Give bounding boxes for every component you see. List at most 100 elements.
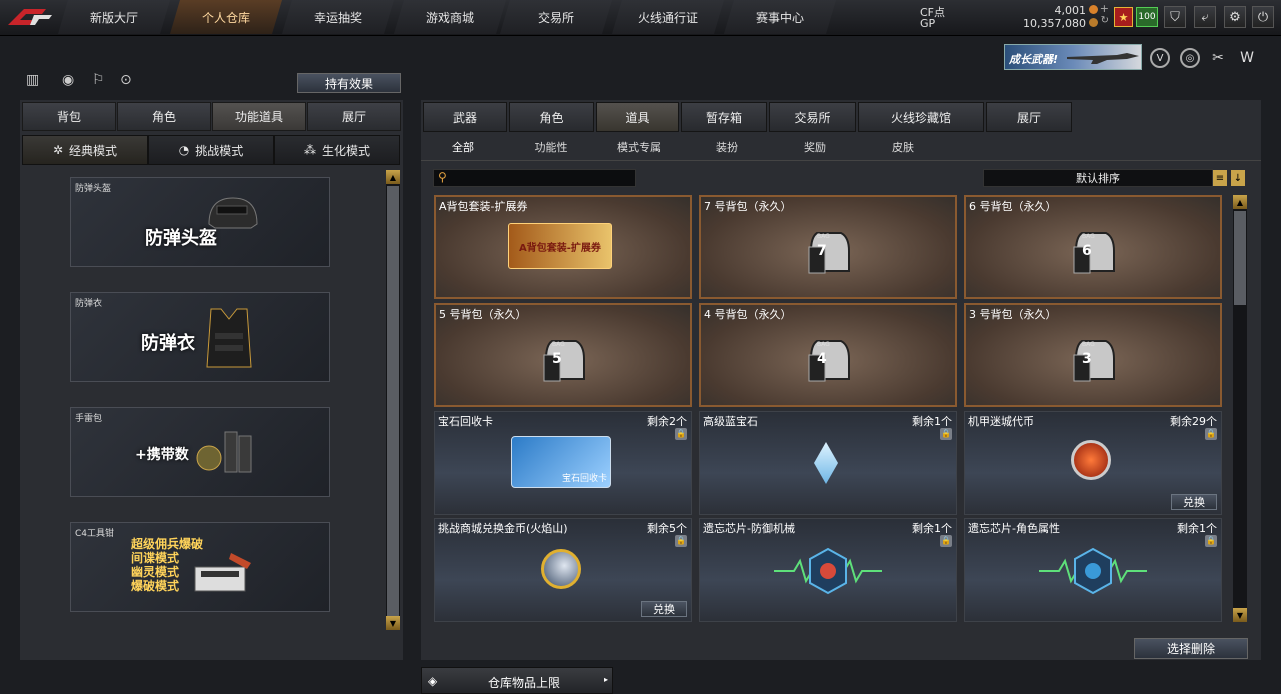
bag-word: BAG: [1082, 341, 1095, 348]
right-tab[interactable]: 暂存箱: [681, 102, 767, 132]
globe-icon[interactable]: ◎: [1180, 48, 1200, 68]
scroll-thumb[interactable]: [387, 186, 399, 616]
speed-dial-icon: ◔: [178, 143, 190, 157]
left-tab[interactable]: 功能道具: [212, 102, 306, 131]
bag-number: 4: [817, 351, 827, 367]
item-card[interactable]: 挑战商城兑换金币(火焰山) 剩余5个 🔒 兑换: [434, 518, 692, 622]
mouse-icon[interactable]: ⊙: [120, 72, 140, 92]
scroll-up-icon[interactable]: ▲: [1233, 195, 1247, 209]
left-tab[interactable]: 背包: [22, 102, 116, 131]
list-icon[interactable]: ≡: [1213, 170, 1227, 186]
right-tab[interactable]: 角色: [509, 102, 594, 132]
refresh-icon[interactable]: ↻: [1101, 15, 1109, 26]
bag-card[interactable]: 3 号背包（永久） BAG 3: [964, 303, 1222, 407]
nav-tab[interactable]: 幸运抽奖: [282, 0, 394, 34]
sub-tab[interactable]: 奖励: [775, 136, 855, 158]
right-tab[interactable]: 展厅: [986, 102, 1072, 132]
capacity-bar[interactable]: ◈ 仓库物品上限 ▸: [421, 667, 613, 694]
power-icon[interactable]: ⏻: [1252, 6, 1274, 28]
nav-tab[interactable]: 交易所: [500, 0, 612, 34]
holding-effect-button[interactable]: 持有效果: [297, 73, 401, 93]
lock-icon[interactable]: 🔒: [940, 428, 952, 440]
item-card[interactable]: 机甲迷城代币 剩余29个 🔒 兑换: [964, 411, 1222, 515]
bag-card[interactable]: 6 号背包（永久） BAG 6: [964, 195, 1222, 299]
badge-v-icon[interactable]: V: [1150, 48, 1170, 68]
sort-select[interactable]: 默认排序: [983, 169, 1213, 187]
level-badge[interactable]: 100: [1136, 7, 1158, 27]
select-delete-button[interactable]: 选择删除: [1134, 638, 1248, 659]
rank-icon[interactable]: ★: [1114, 7, 1133, 27]
item-card[interactable]: 遗忘芯片-角色属性 剩余1个 🔒: [964, 518, 1222, 622]
sort-down-icon[interactable]: ↓: [1231, 170, 1245, 186]
bag-card[interactable]: 5 号背包（永久） BAG 5: [434, 303, 692, 407]
mode-tab[interactable]: ◔ 挑战模式: [148, 135, 274, 165]
left-item-grenade-pack[interactable]: 手雷包 +携带数: [70, 407, 330, 497]
scroll-down-icon[interactable]: ▼: [386, 616, 400, 630]
item-card[interactable]: 宝石回收卡 剩余2个 🔒 宝石回收卡: [434, 411, 692, 515]
exchange-button[interactable]: 兑换: [1171, 494, 1217, 510]
gear-icon[interactable]: ⚙: [1224, 6, 1246, 28]
star-burst-icon: ✲: [52, 143, 64, 157]
left-item-label: C4工具钳: [75, 529, 115, 539]
left-item-label: 手雷包: [75, 414, 103, 424]
card-count: 剩余29个: [1170, 415, 1217, 428]
sub-tab[interactable]: 功能性: [511, 136, 591, 158]
search-input[interactable]: ⚲: [433, 169, 636, 187]
left-tab[interactable]: 展厅: [307, 102, 401, 131]
lock-icon[interactable]: 🔒: [675, 428, 687, 440]
lock-icon[interactable]: 🔒: [1205, 535, 1217, 547]
right-tab[interactable]: 道具: [596, 102, 679, 132]
c4-icon: [194, 553, 251, 592]
exchange-button[interactable]: 兑换: [641, 601, 687, 617]
item-card[interactable]: 遗忘芯片-防御机械 剩余1个 🔒: [699, 518, 957, 622]
shield-icon[interactable]: ⛉: [1164, 6, 1186, 28]
right-scrollbar[interactable]: ▲ ▼: [1233, 195, 1247, 622]
bag-card[interactable]: A背包套装-扩展券 A背包套装-扩展券: [434, 195, 692, 299]
scroll-down-icon[interactable]: ▼: [1233, 608, 1247, 622]
right-tab[interactable]: 火线珍藏馆: [858, 102, 984, 132]
search-icon: ⚲: [438, 170, 447, 184]
eye-icon[interactable]: ◉: [62, 72, 82, 92]
cf-logo[interactable]: [6, 5, 56, 31]
left-item-vest[interactable]: 防弹衣 防弹衣: [70, 292, 330, 382]
recycle-card-art: 宝石回收卡: [511, 436, 611, 488]
chip-icon: [774, 547, 882, 595]
sub-tab[interactable]: 装扮: [687, 136, 767, 158]
crossed-tools-icon[interactable]: ✂: [1208, 48, 1228, 68]
card-name: 宝石回收卡: [438, 415, 493, 428]
left-tab[interactable]: 角色: [117, 102, 211, 131]
sub-tab[interactable]: 模式专属: [599, 136, 679, 158]
back-icon[interactable]: ⤶: [1194, 6, 1216, 28]
scroll-up-icon[interactable]: ▲: [386, 170, 400, 184]
w-logo-icon[interactable]: W: [1236, 48, 1258, 68]
nav-tab[interactable]: 赛事中心: [724, 0, 836, 34]
lock-icon[interactable]: 🔒: [940, 535, 952, 547]
growth-weapon-banner[interactable]: 成长武器!: [1004, 44, 1142, 70]
card-name: 5 号背包（永久）: [439, 308, 527, 321]
bag-number: 6: [1082, 243, 1092, 259]
bag-card[interactable]: 4 号背包（永久） BAG 4: [699, 303, 957, 407]
nav-tab[interactable]: 个人仓库: [170, 0, 282, 34]
right-tab[interactable]: 交易所: [769, 102, 856, 132]
lock-icon[interactable]: 🔒: [675, 535, 687, 547]
sub-tab[interactable]: 皮肤: [863, 136, 943, 158]
lock-icon[interactable]: 🔒: [1205, 428, 1217, 440]
stats-icon[interactable]: ▥: [26, 72, 46, 92]
sub-tab[interactable]: 全部: [423, 136, 503, 158]
card-count: 剩余1个: [1177, 522, 1217, 535]
right-tab[interactable]: 武器: [423, 102, 507, 132]
bag-card[interactable]: 7 号背包（永久） BAG 7: [699, 195, 957, 299]
nav-tab[interactable]: 新版大厅: [58, 0, 170, 34]
runner-icon[interactable]: ⚐: [92, 72, 112, 92]
scroll-thumb[interactable]: [1234, 211, 1246, 305]
mode-tab[interactable]: ✲ 经典模式: [22, 135, 148, 165]
add-icon[interactable]: +: [1100, 2, 1109, 15]
nav-tab[interactable]: 游戏商城: [394, 0, 506, 34]
left-item-c4-pliers[interactable]: C4工具钳 超级佣兵爆破 间谍模式 幽灵模式 爆破模式: [70, 522, 330, 612]
helmet-icon: [208, 197, 258, 229]
left-item-helmet[interactable]: 防弹头盔 防弹头盔: [70, 177, 330, 267]
mode-tab[interactable]: ⁂ 生化模式: [274, 135, 400, 165]
item-card[interactable]: 高级蓝宝石 剩余1个 🔒: [699, 411, 957, 515]
nav-tab[interactable]: 火线通行证: [612, 0, 724, 34]
left-scrollbar[interactable]: ▲ ▼: [386, 170, 400, 630]
